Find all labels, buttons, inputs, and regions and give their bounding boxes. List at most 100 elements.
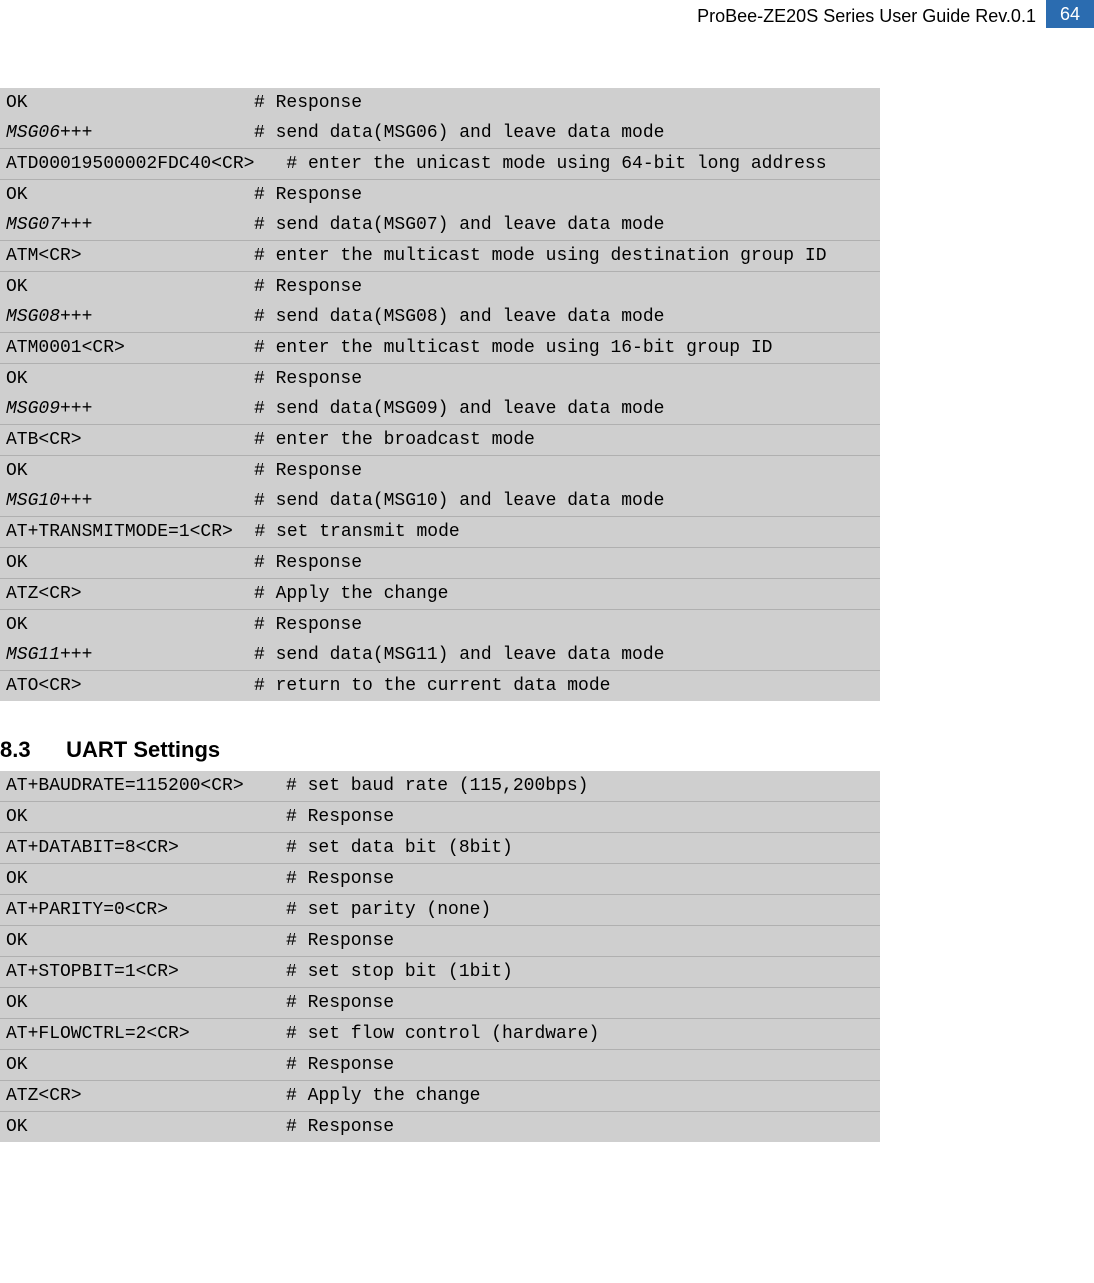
command-text: MSG07+++	[6, 210, 254, 240]
command-text: ATZ<CR>	[6, 579, 254, 609]
code-line: AT+TRANSMITMODE=1<CR> # set transmit mod…	[0, 516, 880, 547]
code-line: OK# Response	[0, 363, 880, 394]
section-title: UART Settings	[66, 737, 220, 762]
code-line: ATO<CR># return to the current data mode	[0, 670, 880, 701]
code-line: OK# Response	[0, 863, 880, 894]
code-line: ATZ<CR># Apply the change	[0, 578, 880, 609]
comment-text: # return to the current data mode	[254, 671, 610, 701]
command-text: MSG06+++	[6, 118, 254, 148]
comment-text: # set parity (none)	[286, 895, 491, 925]
code-line: OK# Response	[0, 801, 880, 832]
comment-text: # Response	[286, 926, 394, 956]
comment-text: # enter the unicast mode using 64-bit lo…	[254, 149, 827, 179]
comment-text: # send data(MSG07) and leave data mode	[254, 210, 664, 240]
comment-text: # Response	[286, 802, 394, 832]
command-text: OK	[6, 456, 254, 486]
comment-text: # enter the broadcast mode	[254, 425, 535, 455]
comment-text: # set transmit mode	[233, 517, 460, 547]
code-line: AT+BAUDRATE=115200<CR># set baud rate (1…	[0, 771, 880, 801]
comment-text: # send data(MSG11) and leave data mode	[254, 640, 664, 670]
code-line: OK# Response	[0, 987, 880, 1018]
command-text: OK	[6, 364, 254, 394]
code-line: AT+DATABIT=8<CR># set data bit (8bit)	[0, 832, 880, 863]
code-line: OK# Response	[0, 1049, 880, 1080]
comment-text: # Response	[254, 88, 362, 118]
comment-text: # send data(MSG06) and leave data mode	[254, 118, 664, 148]
code-line: OK# Response	[0, 547, 880, 578]
command-text: ATZ<CR>	[6, 1081, 286, 1111]
code-line: ATM0001<CR># enter the multicast mode us…	[0, 332, 880, 363]
code-line: OK# Response	[0, 88, 880, 118]
command-text: OK	[6, 802, 286, 832]
command-text: ATM0001<CR>	[6, 333, 254, 363]
comment-text: # set data bit (8bit)	[286, 833, 513, 863]
code-block-1: OK# ResponseMSG06+++# send data(MSG06) a…	[0, 88, 880, 701]
code-line: MSG09+++# send data(MSG09) and leave dat…	[0, 394, 880, 424]
code-line: OK# Response	[0, 1111, 880, 1142]
code-line: OK# Response	[0, 179, 880, 210]
comment-text: # Apply the change	[254, 579, 448, 609]
command-text: MSG11+++	[6, 640, 254, 670]
code-line: AT+FLOWCTRL=2<CR># set flow control (har…	[0, 1018, 880, 1049]
command-text: ATB<CR>	[6, 425, 254, 455]
command-text: MSG10+++	[6, 486, 254, 516]
comment-text: # send data(MSG09) and leave data mode	[254, 394, 664, 424]
comment-text: # set flow control (hardware)	[286, 1019, 599, 1049]
command-text: MSG08+++	[6, 302, 254, 332]
code-line: OK# Response	[0, 609, 880, 640]
code-line: MSG06+++# send data(MSG06) and leave dat…	[0, 118, 880, 148]
code-block-2: AT+BAUDRATE=115200<CR># set baud rate (1…	[0, 771, 880, 1142]
code-line: OK# Response	[0, 455, 880, 486]
comment-text: # Response	[254, 272, 362, 302]
section-number: 8.3	[0, 737, 60, 763]
header-page-number: 64	[1046, 0, 1094, 28]
comment-text: # send data(MSG08) and leave data mode	[254, 302, 664, 332]
comment-text: # Apply the change	[286, 1081, 480, 1111]
command-text: AT+STOPBIT=1<CR>	[6, 957, 286, 987]
code-line: AT+PARITY=0<CR># set parity (none)	[0, 894, 880, 925]
command-text: OK	[6, 180, 254, 210]
command-text: ATM<CR>	[6, 241, 254, 271]
command-text: AT+FLOWCTRL=2<CR>	[6, 1019, 286, 1049]
code-line: ATM<CR># enter the multicast mode using …	[0, 240, 880, 271]
code-line: MSG11+++# send data(MSG11) and leave dat…	[0, 640, 880, 670]
command-text: AT+BAUDRATE=115200<CR>	[6, 771, 286, 801]
command-text: ATD00019500002FDC40<CR>	[6, 149, 254, 179]
code-line: OK# Response	[0, 271, 880, 302]
header-title: ProBee-ZE20S Series User Guide Rev.0.1	[697, 2, 1046, 27]
comment-text: # Response	[254, 364, 362, 394]
command-text: AT+TRANSMITMODE=1<CR>	[6, 517, 233, 547]
comment-text: # Response	[254, 548, 362, 578]
code-line: ATZ<CR># Apply the change	[0, 1080, 880, 1111]
comment-text: # Response	[254, 456, 362, 486]
comment-text: # Response	[286, 988, 394, 1018]
comment-text: # Response	[254, 180, 362, 210]
command-text: OK	[6, 272, 254, 302]
code-line: ATB<CR># enter the broadcast mode	[0, 424, 880, 455]
comment-text: # enter the multicast mode using destina…	[254, 241, 827, 271]
comment-text: # Response	[254, 610, 362, 640]
comment-text: # Response	[286, 1112, 394, 1142]
comment-text: # enter the multicast mode using 16-bit …	[254, 333, 772, 363]
comment-text: # Response	[286, 1050, 394, 1080]
command-text: ATO<CR>	[6, 671, 254, 701]
command-text: OK	[6, 1050, 286, 1080]
section-heading: 8.3 UART Settings	[0, 737, 1094, 763]
comment-text: # set baud rate (115,200bps)	[286, 771, 588, 801]
command-text: OK	[6, 610, 254, 640]
command-text: OK	[6, 88, 254, 118]
page-header: ProBee-ZE20S Series User Guide Rev.0.1 6…	[0, 0, 1094, 28]
comment-text: # set stop bit (1bit)	[286, 957, 513, 987]
code-line: OK# Response	[0, 925, 880, 956]
command-text: OK	[6, 988, 286, 1018]
comment-text: # Response	[286, 864, 394, 894]
code-line: MSG07+++# send data(MSG07) and leave dat…	[0, 210, 880, 240]
command-text: OK	[6, 864, 286, 894]
code-line: ATD00019500002FDC40<CR> # enter the unic…	[0, 148, 880, 179]
command-text: OK	[6, 1112, 286, 1142]
command-text: AT+PARITY=0<CR>	[6, 895, 286, 925]
code-line: MSG10+++# send data(MSG10) and leave dat…	[0, 486, 880, 516]
command-text: OK	[6, 548, 254, 578]
command-text: OK	[6, 926, 286, 956]
command-text: AT+DATABIT=8<CR>	[6, 833, 286, 863]
